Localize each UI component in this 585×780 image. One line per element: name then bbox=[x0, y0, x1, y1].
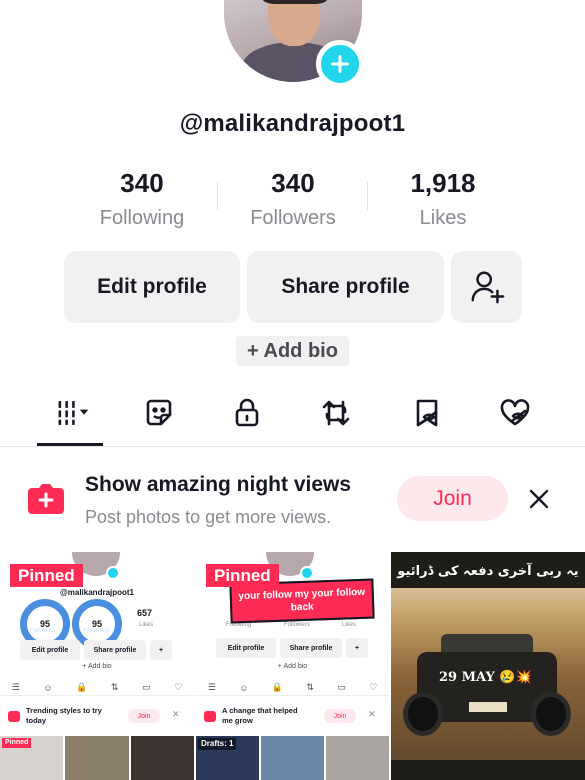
video-caption-date: 29 MAY 😢💥 bbox=[439, 670, 532, 685]
add-photo-icon bbox=[28, 484, 64, 514]
video-thumbnail[interactable]: Following Followers Likes Edit profile S… bbox=[196, 552, 389, 780]
stat-followers[interactable]: 340 Followers bbox=[218, 168, 368, 230]
promo-title: Show amazing night views bbox=[85, 473, 352, 496]
liked-hidden-icon bbox=[500, 399, 530, 426]
stat-value: 1,918 bbox=[410, 168, 476, 198]
video-thumbnail[interactable]: @malikandrajpoot1 95 95 Following Follow… bbox=[0, 552, 194, 780]
stat-likes[interactable]: 1,918 Likes bbox=[368, 168, 518, 230]
mini-promo: A change that helped me grow Join ✕ bbox=[196, 702, 389, 734]
add-avatar-plus-icon[interactable] bbox=[316, 40, 364, 88]
mini-promo: Trending styles to try today Join ✕ bbox=[0, 702, 194, 734]
mini-stat-value: 657 bbox=[137, 608, 153, 618]
stat-value: 340 bbox=[120, 168, 164, 198]
share-profile-button[interactable]: Share profile bbox=[247, 251, 444, 323]
mini-username: @malikandrajpoot1 bbox=[59, 588, 135, 597]
add-bio-button[interactable]: + Add bio bbox=[236, 336, 349, 366]
pinned-badge: Pinned bbox=[206, 564, 279, 587]
mini-tabs: ☰ ☺ 🔒 ⇅ ▭ ♡ bbox=[196, 680, 389, 696]
mini-add-user-icon: + bbox=[346, 638, 368, 658]
mini-promo-join: Join bbox=[128, 709, 160, 723]
repost-icon bbox=[322, 400, 350, 426]
mini-share-button: Share profile bbox=[280, 638, 342, 658]
pinned-badge: Pinned bbox=[10, 564, 83, 587]
mini-share-button: Share profile bbox=[84, 640, 146, 660]
mini-stat-label: Followers bbox=[284, 622, 310, 628]
mini-stat-label: Followers bbox=[84, 628, 110, 634]
stat-label: Likes bbox=[419, 207, 467, 229]
tab-reposts[interactable] bbox=[306, 390, 366, 436]
profile-stats: 340 Following 340 Followers 1,918 Likes bbox=[0, 168, 585, 236]
mini-drafts-tag: Drafts: 1 bbox=[198, 738, 237, 750]
mini-pinned-tag: Pinned bbox=[2, 738, 32, 748]
video-grid: @malikandrajpoot1 95 95 Following Follow… bbox=[0, 552, 585, 780]
lock-icon bbox=[235, 398, 259, 427]
mini-stat-label: Likes bbox=[139, 622, 154, 628]
video-thumbnail[interactable]: یہ ربی آخری دفعہ کی ڈرائیو 29 MAY 😢💥 bbox=[391, 552, 585, 780]
add-user-icon bbox=[471, 271, 504, 304]
video-caption-top: یہ ربی آخری دفعہ کی ڈرائیو bbox=[397, 564, 579, 579]
stat-label: Followers bbox=[250, 207, 336, 229]
stat-label: Following bbox=[99, 207, 185, 229]
mini-promo-join: Join bbox=[324, 709, 356, 723]
username: @malikandrajpoot1 bbox=[179, 110, 406, 137]
edit-profile-button[interactable]: Edit profile bbox=[64, 251, 240, 323]
mini-stat-label: Likes bbox=[342, 622, 357, 628]
grid-icon bbox=[58, 401, 89, 425]
tab-stickers[interactable] bbox=[129, 390, 189, 436]
stat-following[interactable]: 340 Following bbox=[67, 168, 217, 230]
car-photo: یہ ربی آخری دفعہ کی ڈرائیو 29 MAY 😢💥 bbox=[391, 552, 585, 780]
promo-banner[interactable]: Show amazing night views Post photos to … bbox=[0, 447, 585, 549]
tab-private[interactable] bbox=[217, 390, 277, 436]
promo-subtitle: Post photos to get more views. bbox=[85, 507, 332, 527]
mini-add-user-icon: + bbox=[150, 640, 172, 660]
mini-promo-title: Trending styles to try today bbox=[26, 706, 102, 725]
mini-tabs: ☰ ☺ 🔒 ⇅ ▭ ♡ bbox=[0, 680, 194, 696]
close-icon[interactable] bbox=[526, 486, 552, 512]
mini-add-bio: + Add bio bbox=[277, 663, 308, 670]
add-friend-button[interactable] bbox=[451, 251, 522, 323]
bookmark-hidden-icon bbox=[416, 399, 438, 427]
tab-favorites[interactable] bbox=[397, 390, 457, 436]
join-button[interactable]: Join bbox=[397, 476, 508, 521]
mini-edit-button: Edit profile bbox=[20, 640, 80, 660]
tab-videos[interactable] bbox=[42, 390, 104, 436]
profile-tabs bbox=[0, 390, 585, 446]
mini-stat-label: Following bbox=[30, 628, 56, 634]
mini-edit-button: Edit profile bbox=[216, 638, 276, 658]
mini-promo-title: A change that helped me grow bbox=[222, 706, 298, 725]
mini-add-bio: + Add bio bbox=[82, 663, 112, 670]
stat-value: 340 bbox=[271, 168, 315, 198]
sticker-icon bbox=[146, 399, 172, 426]
tab-liked[interactable] bbox=[485, 390, 545, 436]
